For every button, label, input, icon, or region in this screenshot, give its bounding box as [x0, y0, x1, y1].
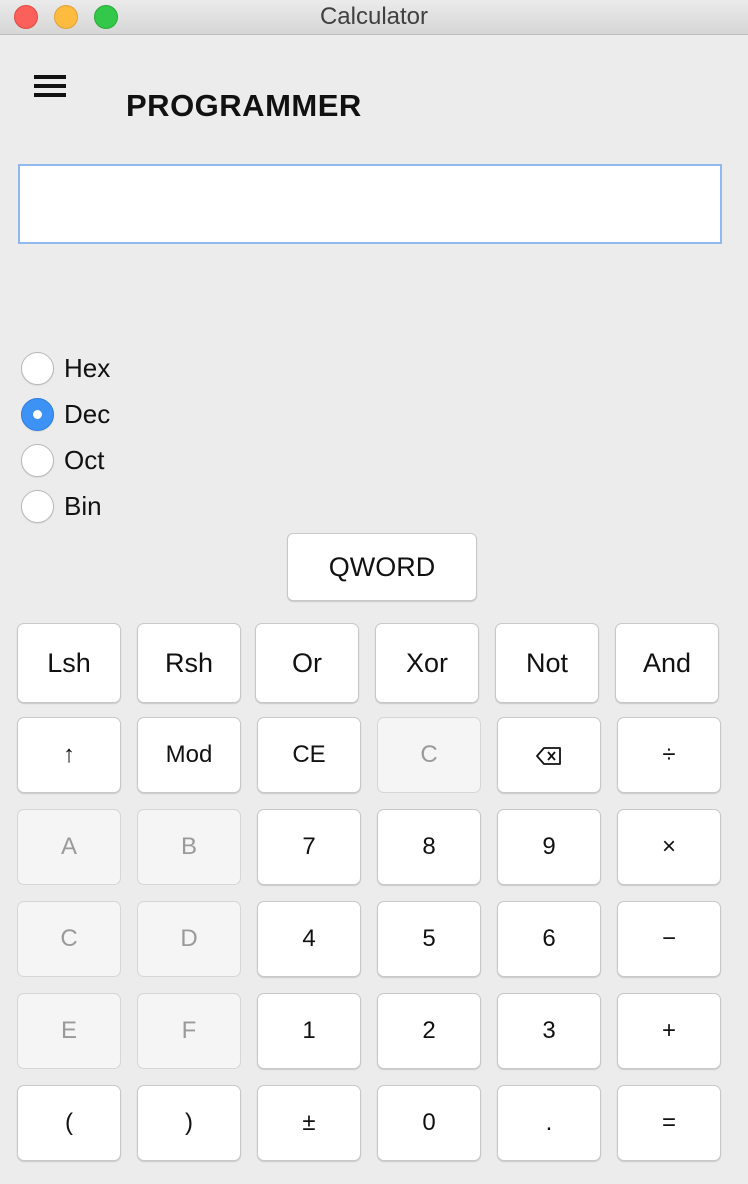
mode-title: PROGRAMMER [126, 88, 362, 123]
key-equals[interactable]: = [617, 1085, 721, 1161]
key-negate[interactable]: ± [257, 1085, 361, 1161]
radio-button[interactable] [21, 444, 54, 477]
radio-label-dec: Dec [64, 399, 111, 429]
radio-label-bin: Bin [64, 491, 102, 521]
key-decimal[interactable]: . [497, 1085, 601, 1161]
radio-button[interactable] [21, 352, 54, 385]
key-9[interactable]: 9 [497, 809, 601, 885]
key-close-paren[interactable]: ) [137, 1085, 241, 1161]
key-c-hex[interactable]: C [17, 901, 121, 977]
key-lsh[interactable]: Lsh [17, 623, 121, 703]
key-xor[interactable]: Xor [375, 623, 479, 703]
key-subtract[interactable]: − [617, 901, 721, 977]
key-and[interactable]: And [615, 623, 719, 703]
radio-label-oct: Oct [64, 445, 105, 475]
calculator-display[interactable] [18, 164, 722, 244]
radio-label-hex: Hex [64, 353, 111, 383]
window-title: Calculator [319, 3, 429, 30]
key-3[interactable]: 3 [497, 993, 601, 1069]
key-2[interactable]: 2 [377, 993, 481, 1069]
key-c[interactable]: C [377, 717, 481, 793]
backspace-icon [536, 746, 561, 765]
key-1[interactable]: 1 [257, 993, 361, 1069]
key-5[interactable]: 5 [377, 901, 481, 977]
key-multiply[interactable]: × [617, 809, 721, 885]
key-6[interactable]: 6 [497, 901, 601, 977]
key-8[interactable]: 8 [377, 809, 481, 885]
word-size-button[interactable]: QWORD [287, 533, 477, 601]
key-a[interactable]: A [17, 809, 121, 885]
key-add[interactable]: + [617, 993, 721, 1069]
window-titlebar: Calculator [0, 0, 748, 35]
key-open-paren[interactable]: ( [17, 1085, 121, 1161]
key-divide[interactable]: ÷ [617, 717, 721, 793]
key-ce[interactable]: CE [257, 717, 361, 793]
radio-button[interactable] [21, 398, 54, 431]
key-backspace[interactable] [497, 717, 601, 793]
key-0[interactable]: 0 [377, 1085, 481, 1161]
key-e[interactable]: E [17, 993, 121, 1069]
radio-button[interactable] [21, 490, 54, 523]
key-mod[interactable]: Mod [137, 717, 241, 793]
key-rsh[interactable]: Rsh [137, 623, 241, 703]
key-7[interactable]: 7 [257, 809, 361, 885]
key-f[interactable]: F [137, 993, 241, 1069]
key-or[interactable]: Or [255, 623, 359, 703]
key-d[interactable]: D [137, 901, 241, 977]
hamburger-menu-icon[interactable] [34, 72, 66, 102]
key-4[interactable]: 4 [257, 901, 361, 977]
key-not[interactable]: Not [495, 623, 599, 703]
key-b[interactable]: B [137, 809, 241, 885]
key-shift-arrow[interactable]: ↑ [17, 717, 121, 793]
